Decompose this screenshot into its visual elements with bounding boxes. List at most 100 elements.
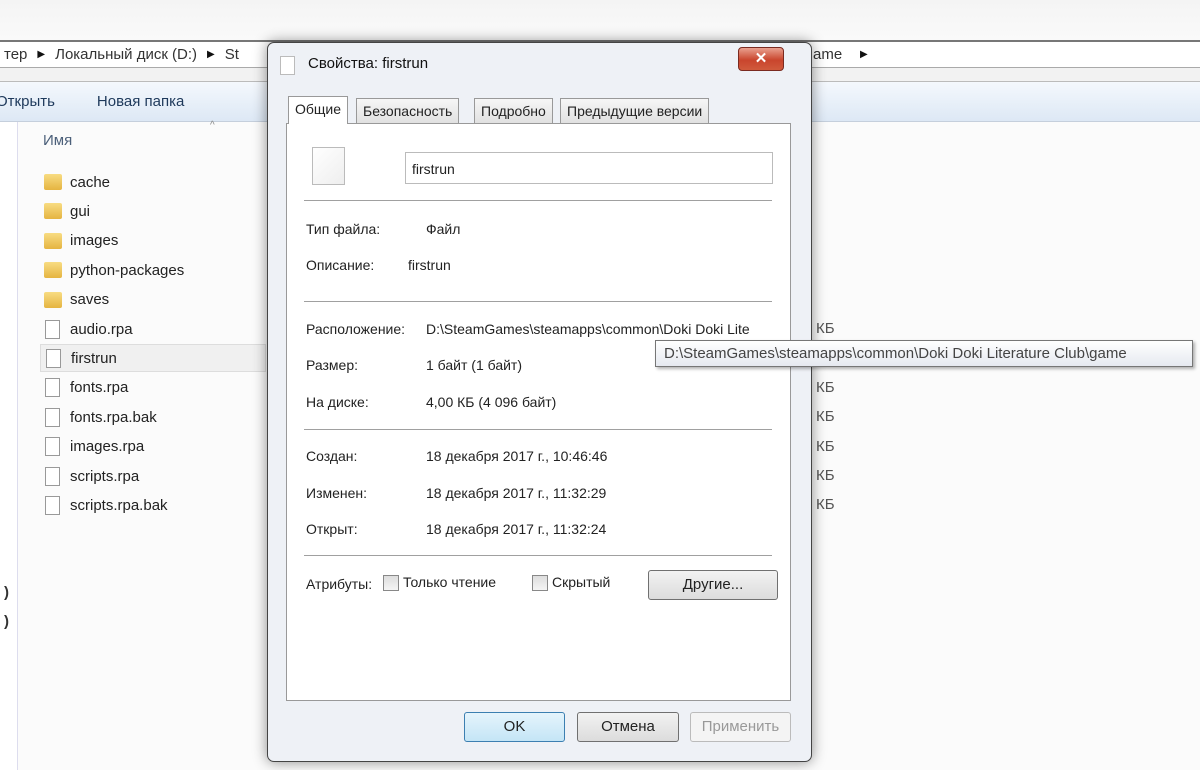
created-label: Создан: — [306, 448, 358, 464]
filename-input[interactable]: firstrun — [405, 152, 773, 184]
navigation-pane[interactable] — [0, 122, 18, 770]
description-value: firstrun — [408, 257, 451, 273]
file-name: saves — [70, 291, 110, 309]
location-tooltip: D:\SteamGames\steamapps\common\Doki Doki… — [655, 340, 1193, 367]
file-list-item[interactable]: gui — [40, 197, 266, 225]
breadcrumb-item[interactable]: Локальный диск (D:) — [55, 46, 197, 63]
chevron-right-icon: ▶ — [37, 49, 46, 60]
file-icon — [45, 437, 60, 457]
readonly-label: Только чтение — [403, 574, 497, 590]
modified-value: 18 декабря 2017 г., 11:32:29 — [426, 485, 607, 501]
file-icon — [46, 348, 61, 368]
file-icon — [45, 407, 60, 427]
file-size: КБ — [816, 408, 835, 426]
cancel-button[interactable]: Отмена — [577, 712, 679, 742]
file-icon — [45, 319, 60, 339]
created-value: 18 декабря 2017 г., 10:46:46 — [426, 448, 608, 464]
file-size: КБ — [816, 467, 835, 484]
tab-previous-versions[interactable]: Предыдущие версии — [560, 98, 710, 123]
file-list-item[interactable]: cache — [40, 168, 266, 196]
window-top — [0, 0, 1200, 40]
file-name: cache — [70, 173, 111, 191]
disk-size-value: 4,00 КБ (4 096 байт) — [426, 394, 557, 410]
file-name: images — [70, 232, 119, 250]
open-button[interactable]: Открыть — [0, 93, 55, 110]
apply-button[interactable]: Применить — [690, 712, 791, 742]
type-label: Тип файла: — [306, 221, 381, 237]
nav-fragment: ) — [4, 613, 9, 630]
size-label: Размер: — [306, 357, 359, 373]
file-name: images.rpa — [70, 438, 145, 456]
file-list-item[interactable]: scripts.rpa.bak — [40, 491, 266, 519]
folder-icon — [44, 232, 62, 249]
general-panel: firstrun Тип файла: Файл Описание: first… — [286, 123, 791, 701]
checkbox-box[interactable] — [532, 575, 548, 592]
file-size: КБ — [816, 437, 835, 455]
file-icon — [45, 495, 60, 515]
file-list-item[interactable]: fonts.rpa.bak — [40, 403, 266, 431]
column-header-name[interactable]: Имя — [43, 132, 223, 156]
breadcrumb-item[interactable]: тер — [4, 46, 27, 63]
file-name: audio.rpa — [70, 320, 133, 338]
file-size: КБ — [816, 320, 835, 337]
folder-icon — [44, 291, 62, 308]
file-name: fonts.rpa.bak — [70, 408, 157, 426]
divider — [304, 555, 772, 556]
breadcrumb-item[interactable]: St — [225, 46, 239, 63]
sort-up-icon: ^ — [210, 120, 215, 131]
file-list-item[interactable]: fonts.rpa — [40, 374, 266, 402]
file-size: КБ — [816, 378, 835, 396]
file-icon — [312, 147, 345, 185]
file-list-item[interactable]: audio.rpa — [40, 315, 266, 343]
file-name: scripts.rpa.bak — [70, 496, 168, 514]
folder-icon — [44, 203, 62, 220]
description-label: Описание: — [306, 257, 375, 273]
file-size: КБ — [816, 496, 835, 514]
file-name: fonts.rpa — [70, 379, 129, 397]
nav-fragment: ) — [4, 584, 9, 601]
file-list-item[interactable]: firstrun — [40, 344, 266, 373]
hidden-label: Скрытый — [552, 574, 611, 590]
other-attributes-button[interactable]: Другие... — [648, 570, 778, 600]
opened-value: 18 декабря 2017 г., 11:32:24 — [426, 521, 607, 537]
file-icon — [45, 378, 60, 398]
checkbox-box[interactable] — [383, 575, 399, 592]
divider — [304, 301, 772, 302]
file-name: python-packages — [70, 261, 185, 279]
new-folder-button[interactable]: Новая папка — [97, 93, 184, 110]
file-name: gui — [70, 202, 91, 220]
breadcrumb-item[interactable]: ame — [813, 46, 842, 63]
file-name: firstrun — [71, 349, 117, 367]
size-value: 1 байт (1 байт) — [426, 357, 522, 373]
file-icon — [280, 56, 295, 75]
attributes-label: Атрибуты: — [306, 576, 373, 592]
chevron-right-icon: ▶ — [207, 49, 215, 60]
location-value[interactable]: D:\SteamGames\steamapps\common\Doki Doki… — [426, 321, 776, 337]
location-label: Расположение: — [306, 321, 406, 337]
readonly-checkbox[interactable]: Только чтение — [383, 574, 497, 592]
tab-general[interactable]: Общие — [288, 96, 349, 124]
properties-dialog: Свойства: firstrun ✕ Общие Безопасность … — [267, 42, 812, 762]
divider — [304, 429, 772, 430]
close-button[interactable]: ✕ — [738, 47, 784, 71]
file-name: scripts.rpa — [70, 467, 140, 485]
disk-size-label: На диске: — [306, 394, 369, 410]
file-list-item[interactable]: python-packages — [40, 256, 266, 284]
file-list-item[interactable]: images.rpa — [40, 433, 266, 461]
file-list-item[interactable]: images — [40, 227, 266, 255]
dialog-title: Свойства: firstrun — [308, 55, 429, 72]
folder-icon — [44, 262, 62, 279]
tab-details[interactable]: Подробно — [474, 98, 553, 123]
file-icon — [45, 466, 60, 486]
hidden-checkbox[interactable]: Скрытый — [532, 574, 611, 592]
type-value: Файл — [426, 221, 461, 237]
opened-label: Открыт: — [306, 521, 358, 537]
tab-security[interactable]: Безопасность — [356, 98, 460, 123]
modified-label: Изменен: — [306, 485, 368, 501]
chevron-right-icon: ▶ — [860, 49, 868, 60]
file-list-item[interactable]: scripts.rpa — [40, 462, 266, 490]
divider — [304, 200, 772, 201]
folder-icon — [44, 174, 62, 190]
ok-button[interactable]: OK — [464, 712, 565, 742]
file-list-item[interactable]: saves — [40, 286, 266, 314]
